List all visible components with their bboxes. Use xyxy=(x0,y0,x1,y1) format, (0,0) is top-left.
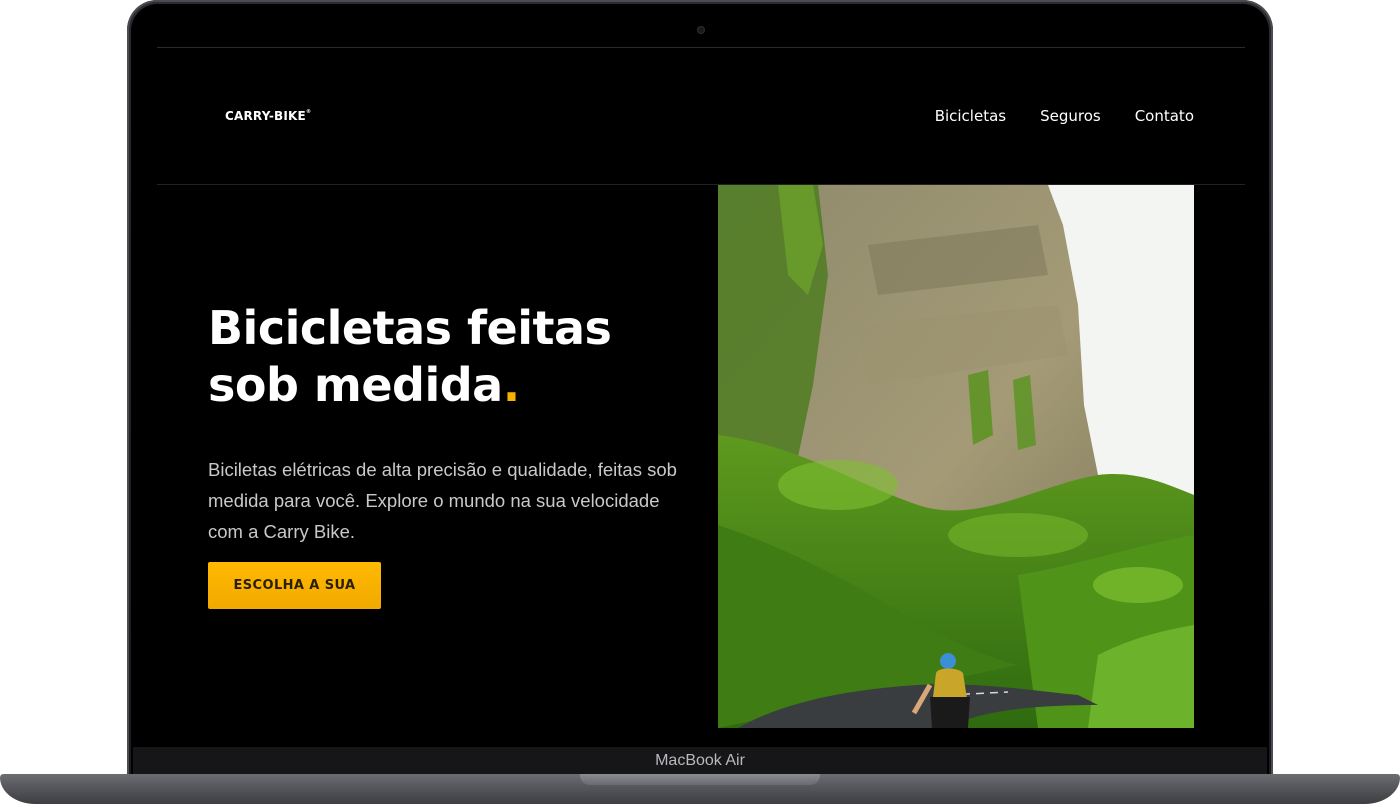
hero-image xyxy=(718,185,1194,728)
nav-link-bicicletas[interactable]: Bicicletas xyxy=(935,107,1006,125)
choose-yours-button[interactable]: ESCOLHA A SUA xyxy=(208,562,381,609)
site-logo[interactable]: CARRY-BIKE® xyxy=(225,109,311,123)
hero-title: Bicicletas feitas sob medida. xyxy=(208,300,688,414)
nav-link-contato[interactable]: Contato xyxy=(1135,107,1194,125)
device-label: MacBook Air xyxy=(655,752,745,769)
site-header: CARRY-BIKE® Bicicletas Seguros Contato xyxy=(157,48,1245,185)
logo-registered-mark: ® xyxy=(305,109,312,115)
nav-link-seguros[interactable]: Seguros xyxy=(1040,107,1101,125)
camera-icon xyxy=(697,26,705,34)
main-nav: Bicicletas Seguros Contato xyxy=(935,107,1194,125)
laptop-notch xyxy=(580,774,820,785)
screen: CARRY-BIKE® Bicicletas Seguros Contato B… xyxy=(157,47,1245,748)
logo-text: CARRY-BIKE xyxy=(225,109,306,123)
hero-title-accent-dot: . xyxy=(502,358,520,412)
hero-description: Biciletas elétricas de alta precisão e q… xyxy=(208,459,677,542)
hero-title-line2: sob medida xyxy=(208,358,503,412)
hero-title-line1: Bicicletas feitas xyxy=(208,301,612,355)
